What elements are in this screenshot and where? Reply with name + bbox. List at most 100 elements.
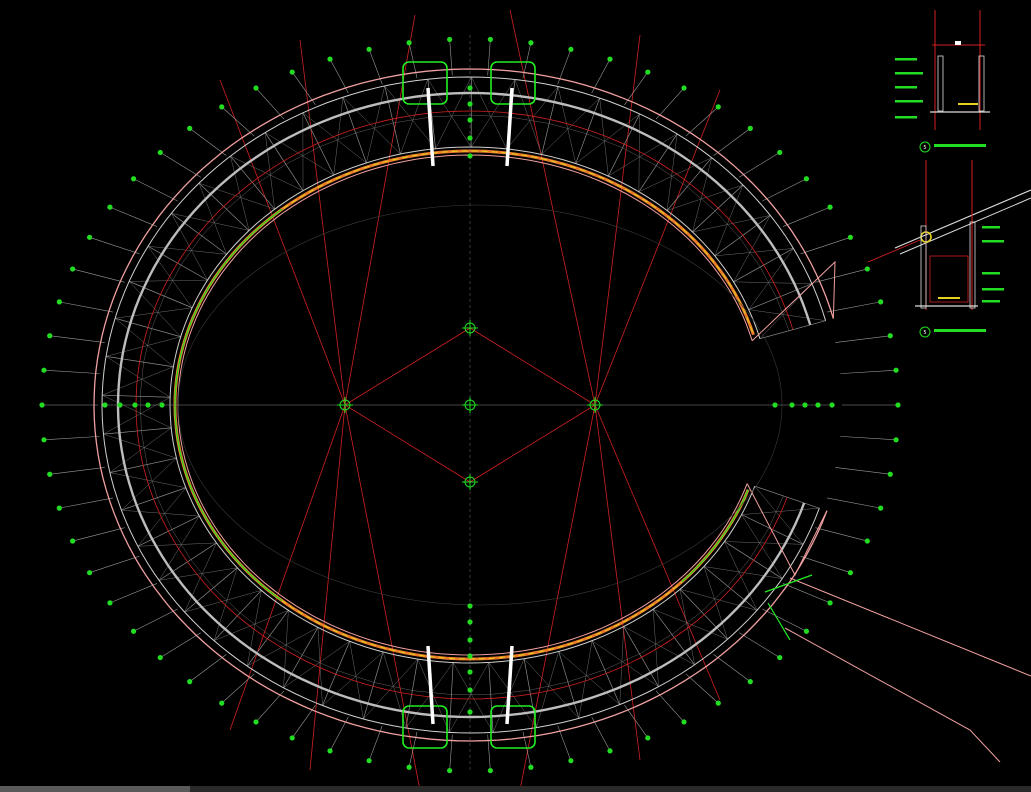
axis-node [777,654,783,661]
axis-node [86,234,93,240]
axis-node [645,69,651,75]
axis-node [789,402,795,408]
axis-node [887,471,893,477]
canvas-background [0,0,1031,792]
axis-node [132,402,138,408]
axis-node [117,402,123,408]
axis-node [70,538,76,544]
detail-b-callout [982,226,1000,229]
axis-node [447,36,453,43]
axis-node [467,653,473,659]
axis-node [219,700,225,706]
axis-node [747,125,753,131]
axis-node [827,600,833,606]
detail-b-callout [982,272,1000,275]
axis-node [56,299,62,305]
axis-node [102,402,108,408]
axis-node [467,619,473,625]
axis-node [406,40,412,46]
axis-node [777,149,783,156]
detail-b-callout [982,240,1004,243]
detail-b-callout [982,300,1000,303]
axis-node [528,40,534,46]
axis-node [187,679,193,685]
axis-node [607,56,613,62]
axis-node [895,402,901,408]
axis-node [467,117,473,123]
axis-node [107,600,113,606]
axis-node [887,333,893,339]
axis-node [70,266,76,272]
detail-a-callout [895,58,917,61]
axis-node [847,234,854,240]
detail-b-marker-label: 5 [923,330,926,336]
axis-node [893,367,899,373]
detail-a-callout [895,72,923,75]
axis-node [568,758,574,764]
axis-node [289,735,295,741]
axis-node [467,135,473,141]
axis-node [366,46,372,52]
axis-node [86,570,93,576]
axis-node [487,767,493,774]
detail-b-caption-bar [934,329,986,332]
detail-b-callout [982,288,1004,291]
axis-node [366,758,372,764]
axis-node [406,764,412,770]
axis-node [802,402,808,408]
axis-node [715,700,721,706]
axis-node [157,149,163,156]
axis-node [47,471,53,477]
axis-node [467,603,473,609]
axis-node [467,669,473,675]
axis-node [39,402,45,408]
axis-node [130,628,137,634]
axis-node [130,176,137,182]
axis-node [893,437,899,443]
axis-node [253,719,259,725]
axis-node [253,85,259,91]
axis-node [607,748,613,754]
axis-node [681,85,687,91]
axis-node [747,679,753,685]
axis-node [467,153,473,159]
detail-a-callout [895,116,917,119]
axis-node [803,176,810,182]
axis-node [815,402,821,408]
axis-node [327,748,333,754]
axis-node [157,654,163,661]
axis-node [327,56,333,62]
detail-a-tag [955,41,961,45]
axis-node [41,437,47,443]
axis-node [219,104,225,110]
axis-node [803,628,810,634]
axis-node [107,204,113,210]
axis-node [847,570,854,576]
axis-node [56,505,62,511]
detail-a-caption-bar [934,144,986,147]
axis-node [645,735,651,741]
cad-drawing-canvas[interactable]: 5 5 [0,0,1031,792]
detail-a-callout [895,100,923,103]
axis-node [864,266,870,272]
axis-node [467,687,473,693]
axis-node [864,538,870,544]
axis-node [681,719,687,725]
axis-node [467,101,473,107]
axis-node [41,367,47,373]
axis-node [487,36,493,43]
axis-node [467,709,473,715]
axis-node [827,204,833,210]
detail-a-marker-label: 5 [923,145,926,151]
axis-node [772,402,778,408]
status-bar-segment [0,786,190,792]
axis-node [528,764,534,770]
axis-node [715,104,721,110]
axis-node [47,333,53,339]
axis-node [568,46,574,52]
axis-node [878,299,884,305]
detail-a-callout [895,86,917,89]
axis-node [829,402,835,408]
axis-node [145,402,151,408]
axis-node [467,85,473,91]
